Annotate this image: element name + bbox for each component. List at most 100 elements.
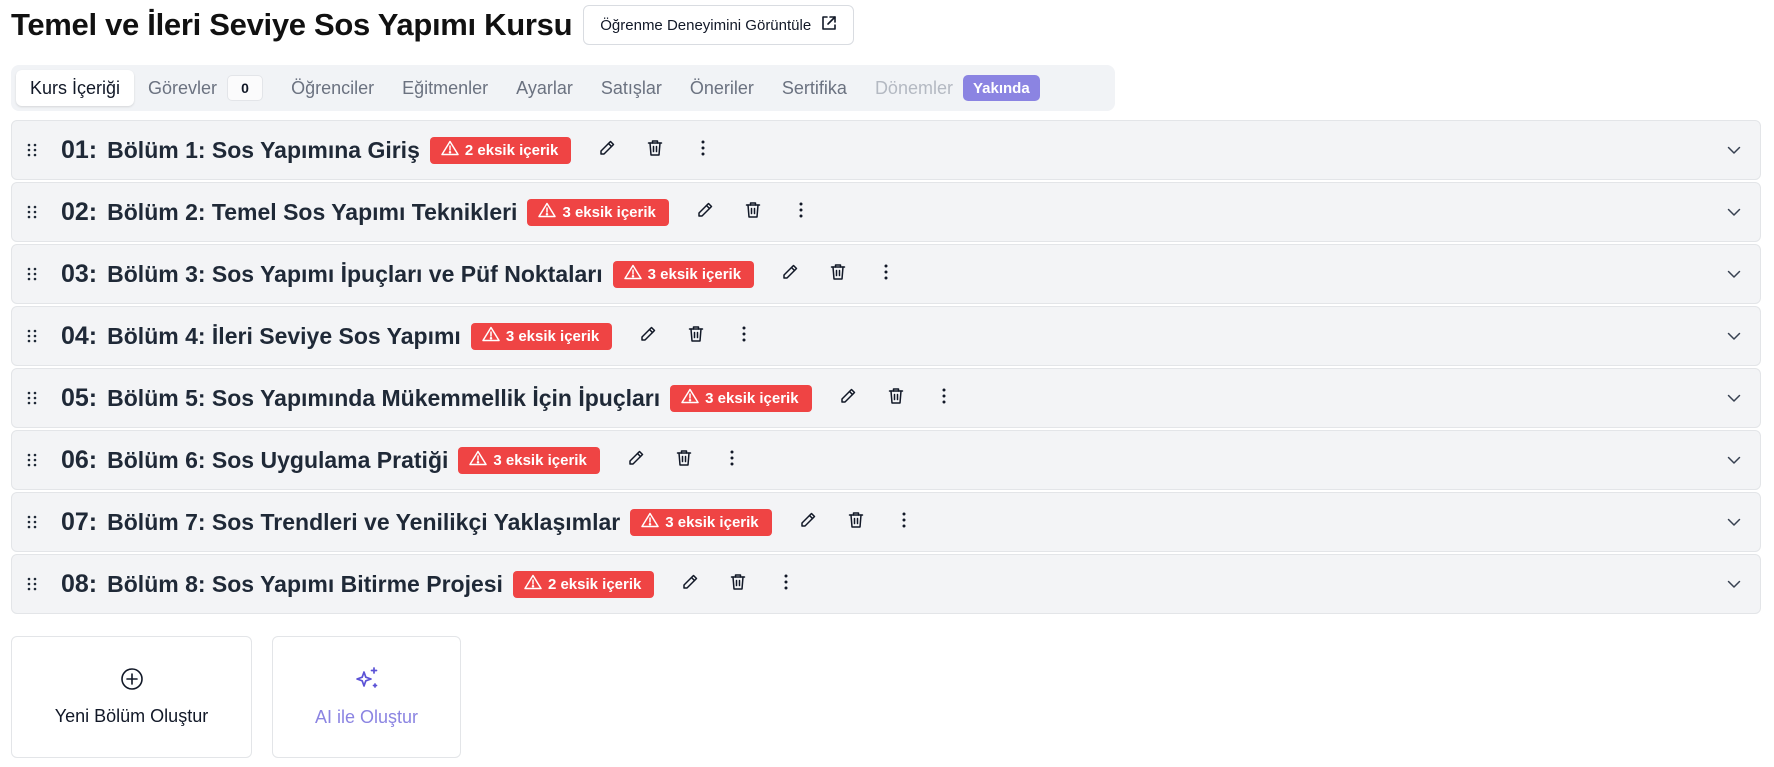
more-vertical-icon	[783, 573, 789, 596]
more-options-button[interactable]	[730, 322, 758, 350]
section-number: 03:	[61, 259, 98, 288]
expand-section-button[interactable]	[1720, 199, 1748, 227]
edit-section-button[interactable]	[622, 446, 650, 474]
drag-handle-icon[interactable]	[25, 577, 39, 591]
tab-label: Satışlar	[600, 77, 662, 98]
view-learning-experience-button[interactable]: Öğrenme Deneyimini Görüntüle	[583, 5, 855, 45]
missing-content-badge: 3 eksik içerik	[630, 508, 772, 536]
expand-section-button[interactable]	[1720, 571, 1748, 599]
pencil-icon	[681, 573, 699, 596]
course-tabs: Kurs İçeriği Görevler 0 Öğrenciler Eğitmenle…	[11, 65, 1115, 111]
section-title: Bölüm 4: İleri Seviye Sos Yapımı	[107, 322, 461, 349]
drag-handle-icon[interactable]	[25, 267, 39, 281]
section-number: 01:	[61, 135, 98, 164]
missing-content-badge: 3 eksik içerik	[612, 260, 755, 288]
edit-section-button[interactable]	[691, 198, 719, 226]
new-section-label: Yeni Bölüm Oluştur	[54, 706, 209, 726]
expand-section-button[interactable]	[1720, 447, 1748, 475]
missing-content-label: 3 eksik içerik	[647, 265, 742, 283]
more-vertical-icon	[941, 387, 947, 410]
section-row[interactable]: 08: Bölüm 8: Sos Yapımı Bitirme Projesi 2 …	[11, 554, 1761, 614]
new-section-card[interactable]: Yeni Bölüm Oluştur	[11, 636, 252, 758]
tab-label: Dönemler	[874, 77, 953, 98]
section-title: Bölüm 8: Sos Yapımı Bitirme Projesi	[107, 570, 503, 597]
coming-soon-badge: Yakında	[962, 75, 1040, 101]
more-options-button[interactable]	[787, 198, 815, 226]
tab-oneriler[interactable]: Öneriler	[676, 70, 768, 106]
trash-icon	[688, 325, 704, 348]
tab-satislar[interactable]: Satışlar	[587, 70, 676, 106]
tab-ayarlar[interactable]: Ayarlar	[502, 70, 587, 106]
delete-section-button[interactable]	[641, 136, 669, 164]
tab-ogrenciler[interactable]: Öğrenciler	[277, 70, 388, 106]
drag-handle-icon[interactable]	[25, 391, 39, 405]
delete-section-button[interactable]	[842, 508, 870, 536]
chevron-down-icon	[1727, 328, 1741, 346]
trash-icon	[647, 139, 663, 162]
more-vertical-icon	[700, 139, 706, 162]
edit-section-button[interactable]	[676, 570, 704, 598]
missing-content-label: 3 eksik içerik	[505, 327, 600, 345]
expand-section-button[interactable]	[1720, 137, 1748, 165]
tab-sertifika[interactable]: Sertifika	[768, 70, 861, 106]
section-row[interactable]: 02: Bölüm 2: Temel Sos Yapımı Teknikleri 3…	[11, 182, 1761, 242]
more-options-button[interactable]	[689, 136, 717, 164]
pencil-icon	[639, 325, 657, 348]
missing-content-label: 3 eksik içerik	[493, 451, 587, 469]
tab-label: Eğitmenler	[402, 77, 489, 98]
delete-section-button[interactable]	[739, 198, 767, 226]
more-options-button[interactable]	[718, 446, 746, 474]
section-row[interactable]: 07: Bölüm 7: Sos Trendleri ve Yenilikçi Y…	[11, 492, 1761, 552]
section-row[interactable]: 06: Bölüm 6: Sos Uygulama Pratiği 3 eksik …	[11, 430, 1761, 490]
section-title: Bölüm 3: Sos Yapımı İpuçları ve Püf Nokt…	[107, 260, 603, 287]
sparkles-icon	[354, 666, 380, 697]
trash-icon	[745, 201, 761, 224]
section-title: Bölüm 2: Temel Sos Yapımı Teknikleri	[107, 198, 518, 225]
more-options-button[interactable]	[930, 384, 958, 412]
expand-section-button[interactable]	[1720, 323, 1748, 351]
tab-label: Öğrenciler	[291, 77, 375, 98]
tab-label: Öneriler	[689, 77, 754, 98]
pencil-icon	[781, 263, 799, 286]
drag-handle-icon[interactable]	[25, 329, 39, 343]
ai-create-card[interactable]: AI ile Oluştur	[272, 636, 461, 758]
drag-handle-icon[interactable]	[25, 515, 39, 529]
section-row[interactable]: 04: Bölüm 4: İleri Seviye Sos Yapımı 3 eks…	[11, 306, 1761, 366]
delete-section-button[interactable]	[682, 322, 710, 350]
expand-section-button[interactable]	[1720, 509, 1748, 537]
delete-section-button[interactable]	[882, 384, 910, 412]
drag-handle-icon[interactable]	[25, 205, 39, 219]
delete-section-button[interactable]	[670, 446, 698, 474]
tab-kurs-icerigi[interactable]: Kurs İçeriği	[16, 70, 135, 106]
edit-section-button[interactable]	[834, 384, 862, 412]
delete-section-button[interactable]	[724, 570, 752, 598]
trash-icon	[848, 511, 864, 534]
section-row[interactable]: 05: Bölüm 5: Sos Yapımında Mükemmellik İç…	[11, 368, 1761, 428]
edit-section-button[interactable]	[634, 322, 662, 350]
warning-icon	[482, 326, 500, 346]
delete-section-button[interactable]	[824, 260, 852, 288]
missing-content-badge: 3 eksik içerik	[527, 198, 669, 226]
more-options-button[interactable]	[872, 260, 900, 288]
pencil-icon	[627, 449, 645, 472]
tab-egitmenler[interactable]: Eğitmenler	[388, 70, 502, 106]
section-row[interactable]: 03: Bölüm 3: Sos Yapımı İpuçları ve Püf N…	[11, 244, 1761, 304]
edit-section-button[interactable]	[593, 136, 621, 164]
drag-handle-icon[interactable]	[25, 453, 39, 467]
tab-label: Görevler	[148, 77, 218, 98]
expand-section-button[interactable]	[1720, 385, 1748, 413]
chevron-down-icon	[1727, 266, 1741, 284]
pencil-icon	[839, 387, 857, 410]
section-row[interactable]: 01: Bölüm 1: Sos Yapımına Giriş 2 eksik iç…	[11, 120, 1761, 180]
edit-section-button[interactable]	[776, 260, 804, 288]
section-number: 04:	[61, 321, 98, 350]
warning-icon	[538, 202, 557, 222]
drag-handle-icon[interactable]	[25, 143, 39, 157]
section-list: 01: Bölüm 1: Sos Yapımına Giriş 2 eksik iç…	[11, 120, 1761, 616]
more-options-button[interactable]	[890, 508, 918, 536]
more-options-button[interactable]	[772, 570, 800, 598]
tab-gorevler[interactable]: Görevler 0	[134, 70, 277, 106]
expand-section-button[interactable]	[1720, 261, 1748, 289]
section-number: 08:	[61, 569, 98, 598]
edit-section-button[interactable]	[794, 508, 822, 536]
